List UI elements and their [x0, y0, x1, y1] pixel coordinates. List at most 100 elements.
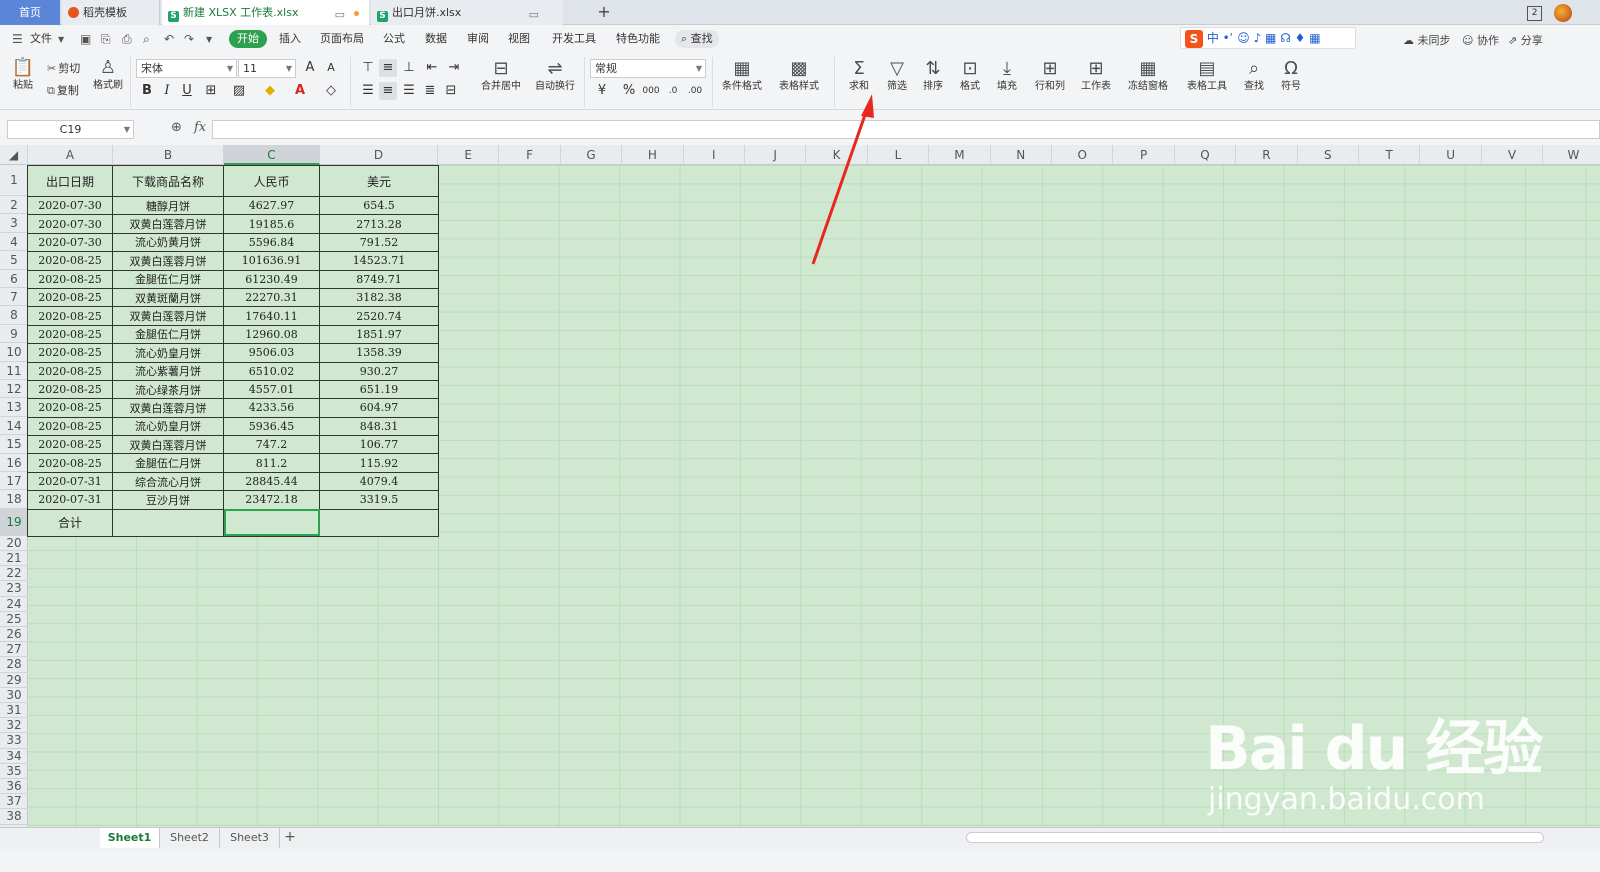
align-right-icon[interactable]: ☰ — [400, 82, 418, 100]
menu-data[interactable]: 数据 — [425, 30, 447, 48]
hamburger-icon[interactable]: ☰ — [12, 32, 23, 46]
table-cell[interactable]: 1851.97 — [319, 324, 439, 345]
table-cell[interactable]: 2020-07-30 — [27, 232, 113, 253]
table-cell[interactable]: 651.19 — [319, 379, 439, 400]
tab-new-xlsx[interactable]: S 新建 XLSX 工作表.xlsx ▭ — [162, 0, 369, 25]
table-cell[interactable]: 双黄白莲蓉月饼 — [112, 214, 224, 234]
row-header[interactable]: 27 — [0, 642, 28, 658]
percent-button[interactable]: % — [620, 82, 638, 100]
table-cell[interactable]: 2020-08-25 — [27, 379, 113, 400]
row-header[interactable]: 10 — [0, 343, 28, 362]
table-cell[interactable]: 2020-08-25 — [27, 435, 113, 455]
menu-review[interactable]: 审阅 — [467, 30, 489, 48]
table-cell[interactable]: 2020-07-31 — [27, 471, 113, 492]
table-cell[interactable]: 流心奶皇月饼 — [112, 343, 224, 363]
table-cell[interactable]: 流心奶皇月饼 — [112, 416, 224, 437]
table-cell[interactable]: 2020-08-25 — [27, 324, 113, 345]
table-cell[interactable]: 4627.97 — [223, 195, 320, 216]
table-cell[interactable]: 2020-08-25 — [27, 306, 113, 326]
sum-button[interactable]: Σ 求和 — [843, 58, 875, 94]
conditional-format-button[interactable]: ▦ 条件格式 — [717, 58, 767, 94]
table-cell[interactable]: 金腿伍仁月饼 — [112, 269, 224, 289]
tab-home[interactable]: 首页 — [0, 0, 60, 25]
table-cell[interactable]: 2020-07-30 — [27, 214, 113, 234]
row-col-button[interactable]: ⊞ 行和列 — [1030, 58, 1070, 94]
indent-increase-icon[interactable]: ⇥ — [445, 59, 463, 77]
chevron-down-icon[interactable]: ▼ — [206, 35, 212, 44]
justify-icon[interactable]: ≣ — [421, 82, 439, 100]
row-header[interactable]: 18 — [0, 490, 28, 509]
table-cell[interactable]: 654.5 — [319, 195, 439, 216]
currency-button[interactable]: ¥ — [593, 82, 611, 100]
find-button[interactable]: ⌕ 查找 — [1238, 58, 1270, 94]
italic-button[interactable]: I — [158, 82, 176, 100]
table-cell[interactable]: 19185.6 — [223, 214, 320, 234]
menu-formula[interactable]: 公式 — [383, 30, 405, 48]
table-cell[interactable]: 747.2 — [223, 435, 320, 455]
chevron-down-icon[interactable]: ▼ — [58, 35, 64, 44]
align-bottom-icon[interactable]: ⊥ — [400, 59, 418, 77]
new-tab-button[interactable]: + — [593, 0, 615, 25]
save-icon[interactable]: ▣ — [80, 32, 91, 46]
table-cell[interactable]: 2020-07-31 — [27, 490, 113, 510]
copy-button[interactable]: ⧉ 复制 — [47, 82, 79, 98]
distributed-icon[interactable]: ⊟ — [442, 82, 460, 100]
freeze-panes-button[interactable]: ▦ 冻结窗格 — [1123, 58, 1173, 94]
menu-developer[interactable]: 开发工具 — [552, 30, 596, 48]
ime-mode[interactable]: 中 — [1207, 31, 1219, 45]
table-cell[interactable]: 3182.38 — [319, 287, 439, 308]
column-header[interactable]: J — [745, 145, 807, 165]
table-cell[interactable] — [112, 508, 224, 537]
decrease-font-icon[interactable]: A — [322, 59, 340, 77]
font-color-icon[interactable]: A — [291, 82, 309, 100]
table-cell[interactable]: 豆沙月饼 — [112, 490, 224, 510]
worksheet-button[interactable]: ⊞ 工作表 — [1076, 58, 1116, 94]
paste-button[interactable]: 📋 粘贴 — [8, 57, 38, 93]
name-box[interactable]: C19 ▼ — [7, 120, 134, 139]
table-cell[interactable]: 流心绿茶月饼 — [112, 379, 224, 400]
table-cell[interactable]: 双黄白莲蓉月饼 — [112, 251, 224, 271]
table-tools-button[interactable]: ▤ 表格工具 — [1182, 58, 1232, 94]
tab-export-mooncake[interactable]: S 出口月饼.xlsx ▭ — [371, 0, 563, 25]
table-cell[interactable]: 9506.03 — [223, 343, 320, 363]
column-header[interactable]: K — [806, 145, 868, 165]
tab-docer-templates[interactable]: 稻壳模板 — [62, 0, 160, 25]
sync-status[interactable]: ☁ 未同步 — [1403, 32, 1451, 48]
pin-icon[interactable]: ▭ — [529, 2, 539, 25]
table-cell[interactable]: 2020-08-25 — [27, 251, 113, 271]
header-cell[interactable]: 人民币 — [223, 165, 320, 197]
table-cell[interactable]: 604.97 — [319, 398, 439, 418]
print-icon[interactable]: ⎙ — [122, 32, 132, 47]
column-header[interactable]: W — [1543, 145, 1600, 165]
table-cell[interactable]: 糖醇月饼 — [112, 195, 224, 216]
sheet-tab[interactable]: Sheet3 — [220, 828, 280, 848]
table-cell[interactable]: 23472.18 — [223, 490, 320, 510]
table-cell[interactable]: 双黄斑蘭月饼 — [112, 287, 224, 308]
row-header[interactable]: 36 — [0, 779, 28, 795]
table-cell[interactable]: 2713.28 — [319, 214, 439, 234]
number-format-select[interactable]: 常规 ▼ — [590, 59, 706, 78]
column-header[interactable]: S — [1298, 145, 1359, 165]
row-header[interactable]: 15 — [0, 435, 28, 454]
total-label-cell[interactable]: 合计 — [27, 508, 113, 537]
table-cell[interactable]: 双黄白莲蓉月饼 — [112, 398, 224, 418]
column-header[interactable]: N — [991, 145, 1052, 165]
column-header[interactable]: L — [868, 145, 930, 165]
row-header[interactable]: 11 — [0, 362, 28, 380]
menu-search[interactable]: ⌕ 查找 — [675, 30, 719, 48]
increase-decimal-icon[interactable]: .0 — [664, 82, 682, 100]
fx-label[interactable]: fx — [194, 120, 206, 135]
data-table[interactable]: 出口日期 下载商品名称 人民币 美元 2020-07-30 糖醇月饼 4627.97 654.… — [27, 165, 439, 537]
row-header[interactable]: 31 — [0, 703, 28, 719]
table-cell[interactable]: 2020-08-25 — [27, 343, 113, 363]
table-cell[interactable]: 8749.71 — [319, 269, 439, 289]
row-header[interactable]: 5 — [0, 251, 28, 270]
column-header[interactable]: H — [622, 145, 684, 165]
user-avatar[interactable] — [1554, 4, 1572, 22]
thousands-button[interactable]: 000 — [642, 82, 660, 100]
column-header[interactable]: O — [1052, 145, 1114, 165]
font-name-select[interactable]: 宋体 ▼ — [136, 59, 237, 78]
row-header[interactable]: 2 — [0, 196, 28, 215]
header-cell[interactable]: 美元 — [319, 165, 439, 197]
table-cell[interactable]: 5596.84 — [223, 232, 320, 253]
